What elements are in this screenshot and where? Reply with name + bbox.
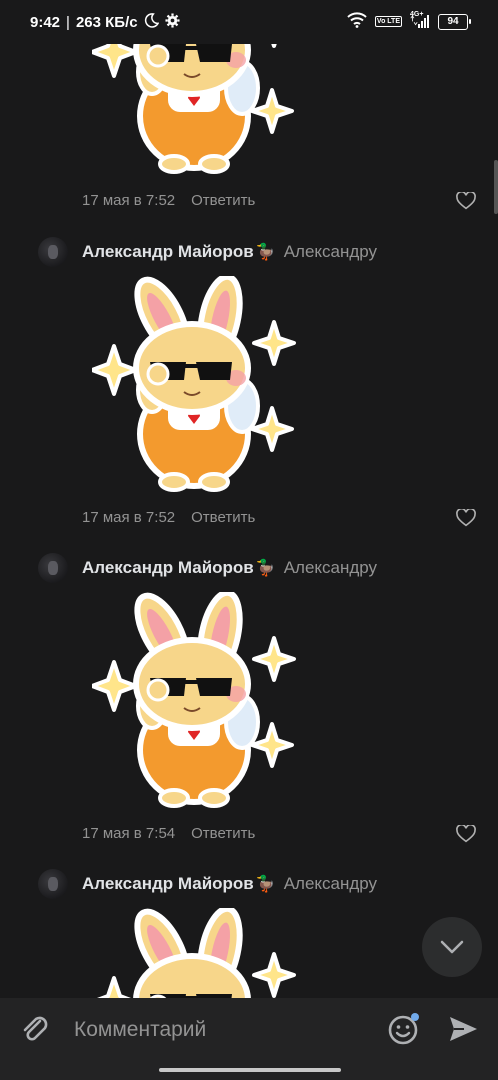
signal-icon: 4G+ (410, 11, 430, 29)
author-name[interactable]: Александр Майоров (82, 558, 254, 578)
comment-meta: 17 мая в 7:54 Ответить (82, 825, 255, 842)
scroll-down-button[interactable] (422, 917, 482, 977)
comment-timestamp: 17 мая в 7:52 (82, 509, 176, 526)
sticker-image (92, 908, 298, 1000)
reply-link[interactable]: Ответить (191, 509, 255, 526)
reply-link[interactable]: Ответить (191, 192, 255, 209)
comment-timestamp: 17 мая в 7:52 (82, 192, 176, 209)
comment-author-row: Александр Майоров 🦆 Александру (38, 234, 377, 270)
system-nav-bar (0, 1060, 498, 1080)
moon-icon (144, 13, 159, 32)
comment-meta: 17 мая в 7:52 Ответить (82, 509, 255, 526)
status-left: 9:42 | 263 КБ/с (30, 13, 180, 32)
sticker-image (92, 276, 298, 492)
comments-feed[interactable]: 17 мая в 7:52 Ответить Александр Майоров… (0, 0, 498, 1000)
avatar[interactable] (38, 237, 68, 267)
paperclip-icon[interactable] (18, 1012, 52, 1046)
status-bar: 9:42 | 263 КБ/с Vo LTE 4G+ 94 (0, 0, 498, 44)
status-speed: 263 КБ/с (75, 14, 138, 31)
author-name[interactable]: Александр Майоров (82, 874, 254, 894)
comment-timestamp: 17 мая в 7:54 (82, 825, 176, 842)
send-icon[interactable] (446, 1012, 480, 1046)
heart-icon[interactable] (456, 192, 476, 210)
status-time: 9:42 (30, 14, 61, 31)
comment-meta: 17 мая в 7:52 Ответить (82, 192, 255, 209)
sticker-image (92, 592, 298, 808)
battery-indicator: 94 (438, 13, 471, 30)
smile-icon[interactable] (386, 1011, 422, 1047)
avatar[interactable] (38, 869, 68, 899)
reply-to-name[interactable]: Александру (284, 874, 377, 894)
author-emoji: 🦆 (255, 560, 276, 577)
reply-to-name[interactable]: Александру (284, 558, 377, 578)
heart-icon[interactable] (456, 825, 476, 843)
comment-input[interactable] (72, 1014, 376, 1046)
author-emoji: 🦆 (255, 876, 276, 893)
author-emoji: 🦆 (255, 244, 276, 261)
reply-to-name[interactable]: Александру (284, 242, 377, 262)
heart-icon[interactable] (456, 509, 476, 527)
comment-author-row: Александр Майоров 🦆 Александру (38, 550, 377, 586)
avatar[interactable] (38, 553, 68, 583)
wifi-icon (347, 12, 367, 31)
status-right: Vo LTE 4G+ 94 (347, 11, 471, 31)
author-name[interactable]: Александр Майоров (82, 242, 254, 262)
chevron-down-icon (440, 940, 464, 954)
comment-author-row: Александр Майоров 🦆 Александру (38, 866, 377, 902)
gear-icon (165, 13, 180, 32)
home-gesture-handle[interactable] (159, 1068, 341, 1072)
comment-composer (0, 998, 498, 1060)
status-separator: | (66, 14, 70, 31)
scrollbar[interactable] (494, 160, 498, 214)
network-type: 4G+ (410, 10, 424, 18)
volte-badge: Vo LTE (374, 16, 402, 27)
reply-link[interactable]: Ответить (191, 825, 255, 842)
